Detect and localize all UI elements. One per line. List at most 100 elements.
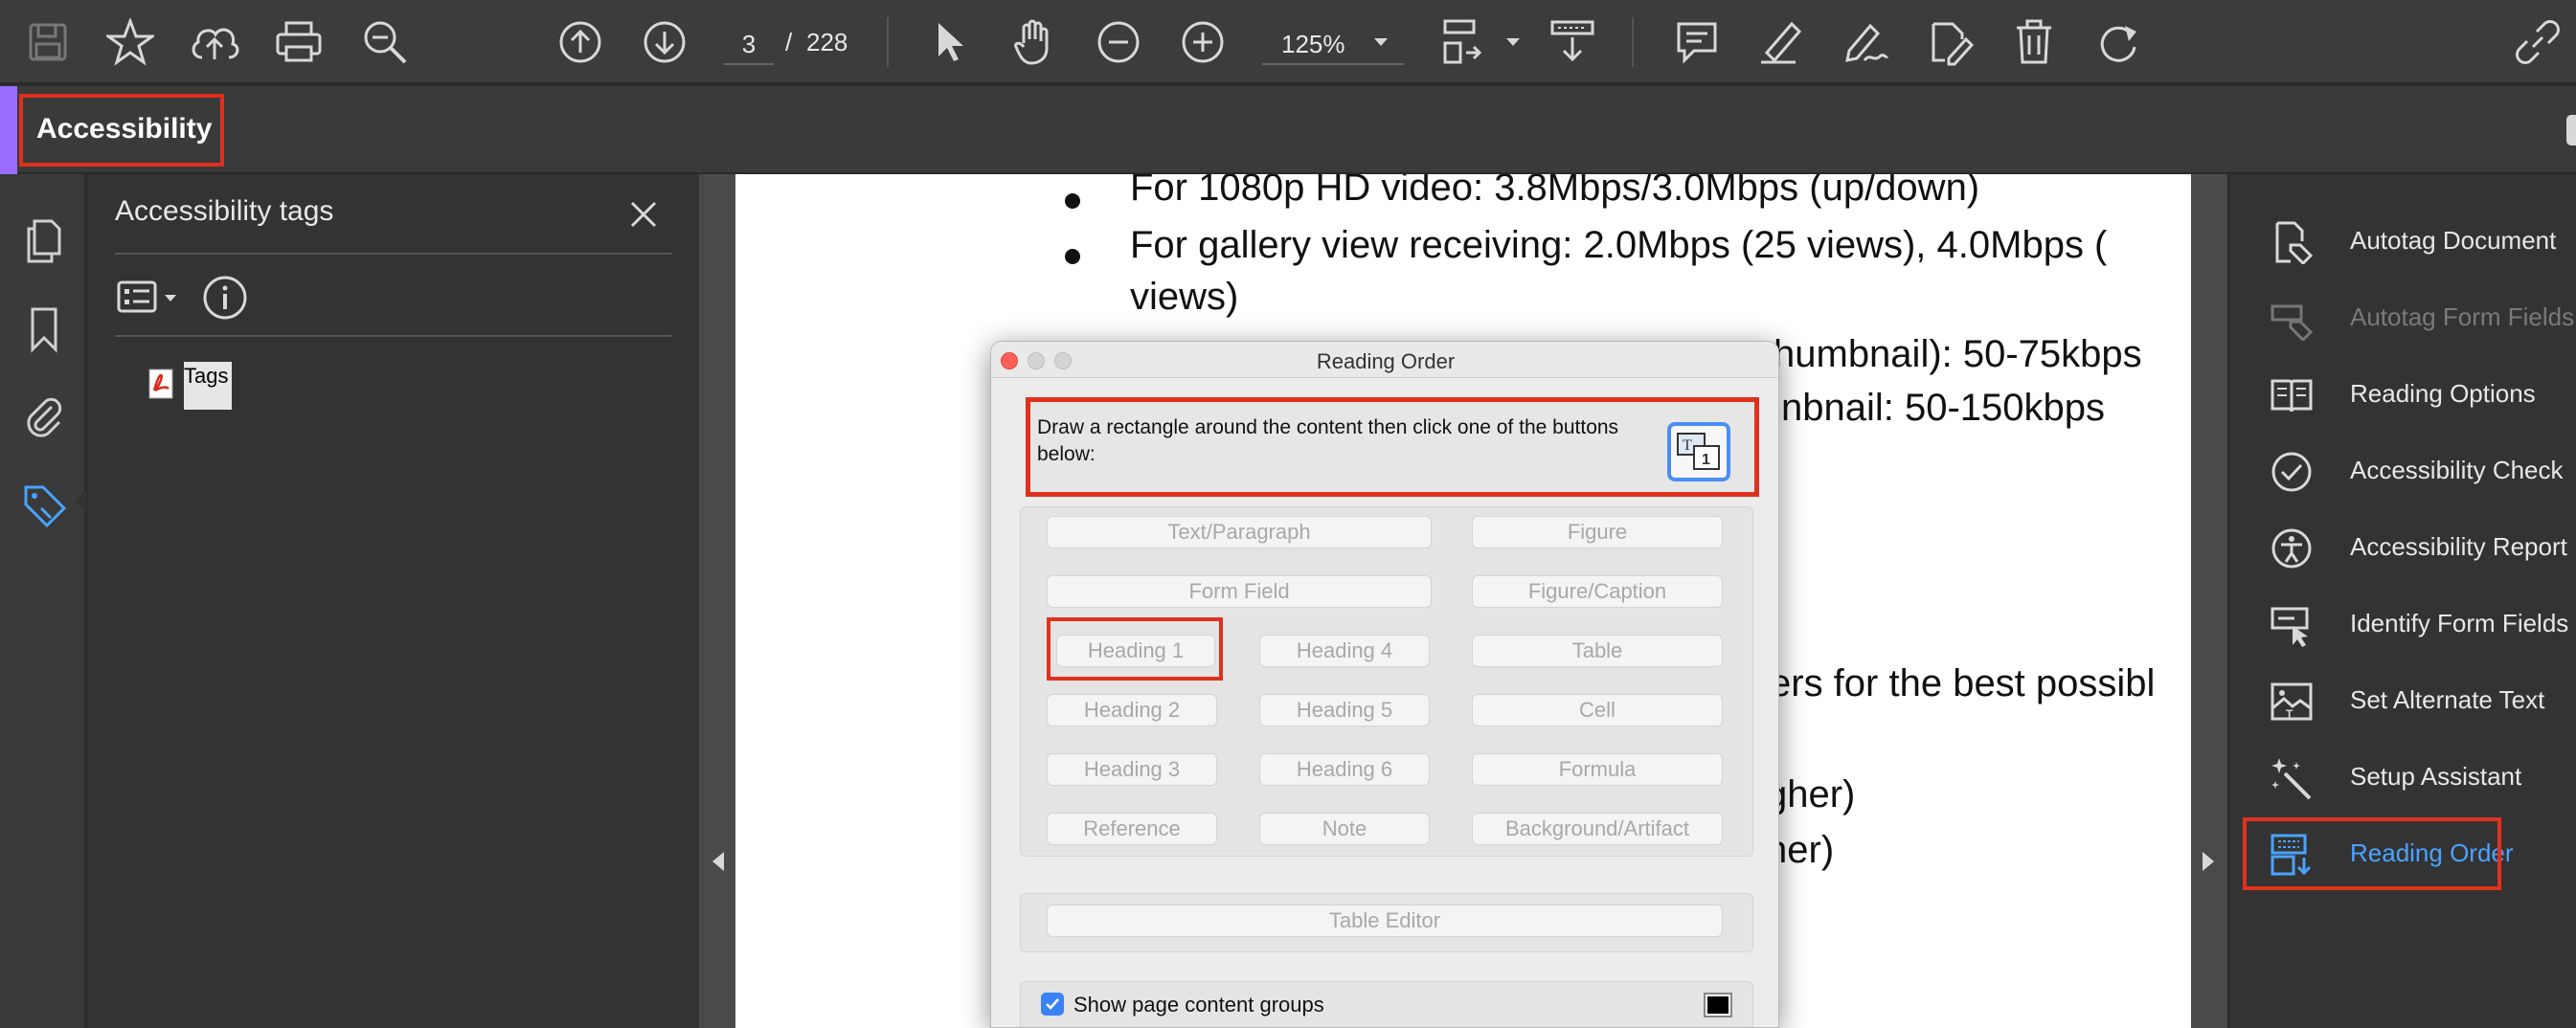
accessibility-tags-panel: Accessibility tags Tags — [88, 174, 699, 1028]
toolbar-divider — [887, 17, 889, 67]
attachment-icon[interactable] — [17, 391, 71, 444]
zoom-out-icon[interactable] — [1090, 13, 1147, 71]
redo-icon[interactable] — [2090, 13, 2147, 71]
zoom-in-icon[interactable] — [1174, 13, 1232, 71]
setup-assistant-item[interactable]: Setup Assistant — [2256, 743, 2572, 810]
heading-3-button[interactable]: Heading 3 — [1047, 753, 1217, 786]
save-icon[interactable] — [19, 13, 77, 71]
document-line: ers for the best possibl — [1770, 662, 2156, 704]
accessibility-tags-icon[interactable] — [17, 479, 71, 532]
bullet-icon — [1065, 249, 1080, 264]
accessibility-check-label: Accessibility Check — [2350, 456, 2564, 484]
background-artifact-button[interactable]: Background/Artifact — [1472, 813, 1723, 845]
reading-options-icon — [2270, 373, 2314, 417]
table-button[interactable]: Table — [1472, 635, 1723, 667]
dialog-titlebar[interactable]: Reading Order — [991, 342, 1778, 378]
previous-page-icon[interactable] — [552, 13, 609, 71]
print-icon[interactable] — [270, 13, 328, 71]
group-color-swatch[interactable] — [1704, 993, 1732, 1017]
hand-tool-icon[interactable] — [1006, 13, 1063, 71]
zoom-search-icon[interactable] — [356, 13, 414, 71]
reading-order-dialog: Reading Order Draw a rectangle around th… — [990, 341, 1779, 1028]
close-icon[interactable] — [624, 195, 663, 234]
page-thumbnails-icon[interactable] — [17, 214, 71, 268]
svg-text:1: 1 — [1702, 452, 1710, 468]
tags-root-item[interactable]: Tags — [184, 362, 232, 410]
accessibility-check-item[interactable]: Accessibility Check — [2256, 436, 2572, 503]
reference-button[interactable]: Reference — [1047, 813, 1217, 845]
identify-form-fields-item[interactable]: Identify Form Fields — [2256, 590, 2572, 657]
heading-6-button[interactable]: Heading 6 — [1259, 753, 1430, 786]
svg-text:T: T — [2286, 707, 2294, 721]
reading-options-label: Reading Options — [2350, 379, 2536, 408]
autotag-document-icon — [2270, 220, 2314, 264]
autotag-document-label: Autotag Document — [2350, 226, 2557, 255]
star-icon[interactable] — [102, 13, 159, 71]
tool-title: Accessibility — [36, 113, 213, 145]
chevron-down-icon[interactable] — [1484, 13, 1542, 71]
set-alternate-text-icon: T — [2270, 680, 2314, 724]
page-number-input[interactable]: 3 — [724, 23, 774, 65]
divider — [115, 253, 672, 255]
comment-icon[interactable] — [1668, 13, 1726, 71]
chevron-down-icon[interactable] — [1352, 13, 1410, 71]
document-line: For 1080p HD video: 3.8Mbps/3.0Mbps (up/… — [1130, 174, 1980, 209]
heading-2-button[interactable]: Heading 2 — [1047, 694, 1217, 726]
form-field-button[interactable]: Form Field — [1047, 575, 1432, 608]
figure-caption-button[interactable]: Figure/Caption — [1472, 575, 1723, 608]
document-line: gher) — [1766, 773, 1856, 816]
heading-4-button[interactable]: Heading 4 — [1259, 635, 1430, 667]
reading-options-item[interactable]: Reading Options — [2256, 360, 2572, 427]
highlight-box — [2243, 817, 2501, 890]
dialog-title: Reading Order — [1316, 349, 1456, 373]
structure-types-icon: T1 — [1677, 433, 1720, 470]
collapse-left-panel-icon[interactable] — [711, 850, 726, 873]
header-edge-handle — [2566, 115, 2576, 145]
next-page-icon[interactable] — [636, 13, 693, 71]
collapse-right-panel-icon[interactable] — [2201, 850, 2216, 873]
active-pointer — [75, 490, 86, 513]
accessibility-report-icon — [2270, 526, 2314, 570]
accessibility-check-icon — [2270, 450, 2314, 494]
table-editor-button[interactable]: Table Editor — [1047, 905, 1723, 937]
structure-buttons-group — [1020, 506, 1753, 857]
tool-accent-bar — [0, 86, 17, 174]
info-icon[interactable] — [199, 272, 251, 324]
divider — [115, 335, 672, 337]
autotag-document-item[interactable]: Autotag Document — [2256, 207, 2572, 274]
instruction-text: Draw a rectangle around the content then… — [1037, 416, 1619, 465]
accessibility-report-item[interactable]: Accessibility Report — [2256, 513, 2572, 580]
setup-assistant-icon — [2270, 756, 2314, 800]
setup-assistant-label: Setup Assistant — [2350, 762, 2522, 791]
select-cursor-icon[interactable] — [921, 13, 979, 71]
cloud-upload-icon[interactable] — [186, 13, 243, 71]
figure-button[interactable]: Figure — [1472, 516, 1723, 548]
link-sign-icon[interactable] — [2509, 13, 2566, 71]
tag-options-menu[interactable] — [115, 274, 192, 322]
bookmark-icon[interactable] — [17, 302, 71, 356]
set-alternate-text-label: Set Alternate Text — [2350, 685, 2545, 714]
identify-form-fields-icon — [2270, 603, 2314, 647]
draw-sign-icon[interactable] — [1837, 13, 1894, 71]
scroll-mode-icon[interactable] — [1544, 13, 1601, 71]
svg-text:T: T — [1683, 437, 1692, 454]
formula-button[interactable]: Formula — [1472, 753, 1723, 786]
heading-5-button[interactable]: Heading 5 — [1259, 694, 1430, 726]
panel-title: Accessibility tags — [115, 195, 334, 227]
document-line: For gallery view receiving: 2.0Mbps (25 … — [1130, 224, 2108, 266]
highlight-box — [1047, 617, 1223, 681]
autotag-form-fields-item[interactable]: Autotag Form Fields — [2256, 283, 2574, 350]
show-page-content-groups-checkbox[interactable] — [1041, 993, 1064, 1016]
draw-rectangle-button[interactable]: T1 — [1667, 422, 1730, 481]
note-button[interactable]: Note — [1259, 813, 1430, 845]
left-nav-rail — [0, 174, 86, 1028]
text-paragraph-button[interactable]: Text/Paragraph — [1047, 516, 1432, 548]
set-alternate-text-item[interactable]: T Set Alternate Text — [2256, 666, 2572, 733]
document-line: views) — [1130, 276, 1239, 318]
zoom-value: 125% — [1281, 30, 1345, 58]
checkmark-icon — [1046, 998, 1059, 1010]
trash-icon[interactable] — [2005, 13, 2063, 71]
highlight-pen-icon[interactable] — [1752, 13, 1810, 71]
edit-pdf-icon[interactable] — [1921, 13, 1978, 71]
cell-button[interactable]: Cell — [1472, 694, 1723, 726]
